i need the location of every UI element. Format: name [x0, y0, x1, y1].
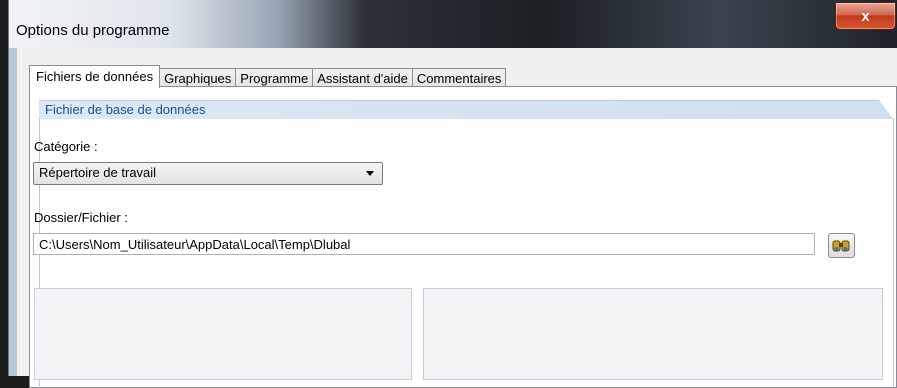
right-panel [423, 288, 883, 380]
tab-commentaires[interactable]: Commentaires [411, 68, 507, 88]
folder-label: Dossier/Fichier : [34, 210, 128, 225]
category-selected-value: Répertoire de travail [39, 165, 157, 180]
binoculars-icon [832, 240, 850, 252]
group-title: Fichier de base de données [45, 102, 206, 117]
category-label: Catégorie : [34, 139, 98, 154]
chevron-down-icon [366, 171, 374, 176]
left-panel [34, 288, 412, 380]
folder-path-input[interactable] [33, 233, 815, 255]
group-header: Fichier de base de données [39, 100, 893, 119]
window-title: Options du programme [16, 22, 170, 39]
browse-button[interactable] [828, 233, 855, 258]
tab-strip: Fichiers de données Graphiques Programme… [29, 65, 507, 88]
title-bar[interactable]: Options du programme x [9, 0, 897, 48]
tab-graphiques[interactable]: Graphiques [159, 68, 237, 88]
close-icon: x [861, 7, 870, 25]
dialog-window: Options du programme x Fichiers de donné… [8, 0, 897, 388]
category-select[interactable]: Répertoire de travail [33, 162, 383, 185]
tab-programme[interactable]: Programme [235, 68, 314, 88]
tab-fichiers-de-donnees[interactable]: Fichiers de données [29, 65, 161, 88]
tab-assistant-aide[interactable]: Assistant d'aide [312, 68, 413, 88]
close-button[interactable]: x [835, 2, 896, 30]
dialog-client: Fichiers de données Graphiques Programme… [17, 48, 897, 388]
